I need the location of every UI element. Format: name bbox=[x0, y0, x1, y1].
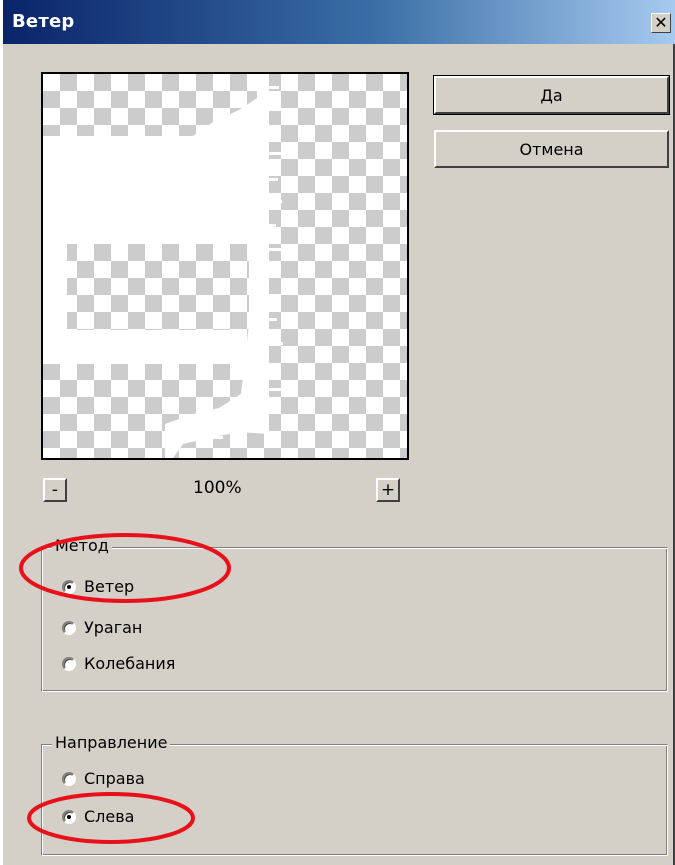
method-option-stagger[interactable]: Колебания bbox=[62, 654, 175, 673]
zoom-in-button[interactable]: + bbox=[376, 478, 400, 502]
close-button[interactable]: ✕ bbox=[651, 13, 671, 33]
method-option-wind[interactable]: Ветер bbox=[62, 577, 134, 596]
plus-icon: + bbox=[380, 479, 396, 500]
zoom-level: 100% bbox=[193, 478, 242, 498]
radio-button-icon[interactable] bbox=[62, 771, 76, 786]
radio-button-icon[interactable] bbox=[62, 656, 76, 671]
radio-button-icon[interactable] bbox=[62, 809, 76, 824]
method-group: Метод Ветер Ураган Колебания bbox=[41, 536, 668, 692]
cancel-button[interactable]: Отмена bbox=[434, 130, 669, 168]
minus-icon: - bbox=[51, 479, 59, 500]
method-option-label: Ураган bbox=[84, 618, 143, 637]
title-bar: Ветер ✕ bbox=[3, 0, 675, 44]
ok-button-label: Да bbox=[540, 85, 563, 105]
direction-group-legend: Направление bbox=[52, 733, 171, 752]
direction-option-left[interactable]: Слева bbox=[62, 807, 134, 826]
direction-option-label: Справа bbox=[84, 769, 145, 788]
ok-button[interactable]: Да bbox=[433, 75, 670, 115]
method-option-label: Ветер bbox=[84, 577, 135, 596]
radio-button-icon[interactable] bbox=[62, 579, 76, 594]
direction-option-label: Слева bbox=[84, 807, 135, 826]
window-title: Ветер bbox=[12, 11, 75, 32]
direction-option-right[interactable]: Справа bbox=[62, 769, 145, 788]
cancel-button-label: Отмена bbox=[519, 139, 584, 159]
preview-image bbox=[43, 74, 285, 458]
method-option-label: Колебания bbox=[84, 654, 176, 673]
method-option-hurricane[interactable]: Ураган bbox=[62, 618, 142, 637]
radio-button-icon[interactable] bbox=[62, 620, 76, 635]
filter-preview[interactable] bbox=[41, 72, 409, 460]
direction-group: Направление Справа Слева bbox=[41, 733, 668, 856]
close-icon: ✕ bbox=[654, 13, 668, 32]
zoom-out-button[interactable]: - bbox=[43, 478, 67, 502]
method-group-legend: Метод bbox=[52, 536, 112, 555]
wind-filter-dialog: Ветер ✕ Да Отмена - 100% + Метод Ветер У… bbox=[0, 0, 675, 865]
